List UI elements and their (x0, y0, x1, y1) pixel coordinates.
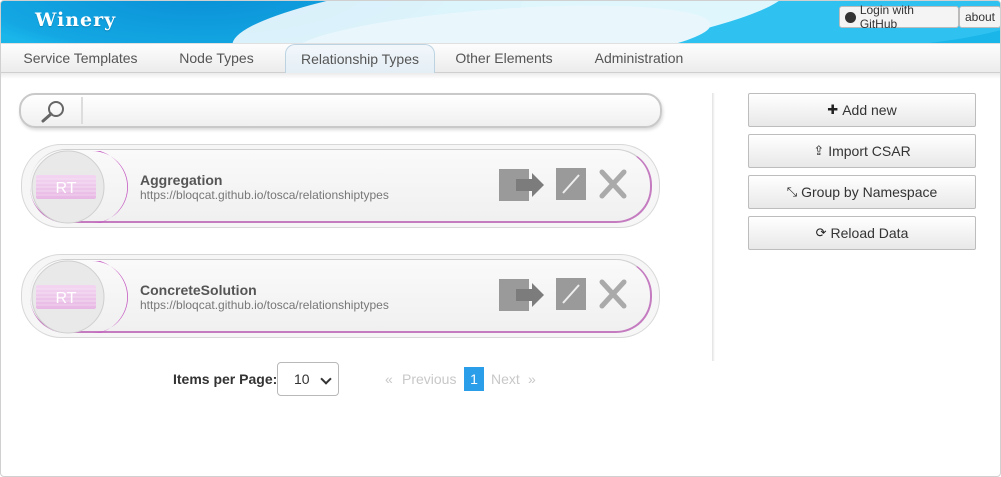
items-per-page-select[interactable]: 10 (277, 362, 339, 396)
items-per-page-label: Items per Page: (173, 371, 278, 387)
badge-label: RT (55, 290, 76, 307)
export-icon[interactable] (498, 166, 546, 204)
import-csar-button[interactable]: ⇪ Import CSAR (748, 134, 976, 168)
upload-icon: ⇪ (813, 143, 825, 158)
app-logo-title[interactable]: Winery (35, 9, 116, 31)
edit-icon[interactable] (555, 166, 587, 202)
tab-administration[interactable]: Administration (581, 44, 697, 73)
github-icon (845, 11, 856, 23)
tab-service-templates[interactable]: Service Templates (7, 44, 154, 73)
search-icon[interactable] (38, 99, 68, 123)
export-icon[interactable] (498, 276, 546, 314)
delete-icon[interactable] (598, 166, 628, 202)
group-by-namespace-button[interactable]: ⤡ Group by Namespace (748, 175, 976, 209)
reload-data-button[interactable]: ⟳ Reload Data (748, 216, 976, 250)
previous-arrow[interactable]: « (385, 367, 393, 391)
items-per-page-value: 10 (294, 371, 310, 387)
search-box[interactable] (19, 93, 662, 128)
chevron-down-icon (320, 373, 332, 385)
item-name[interactable]: ConcreteSolution (140, 282, 257, 298)
header-bar: Winery Login with GitHub about (1, 1, 1000, 43)
collapse-arrows-icon: ⤡ (786, 184, 798, 199)
main-nav: Service Templates Node Types Relationshi… (1, 43, 1000, 79)
login-github-button[interactable]: Login with GitHub (839, 3, 959, 31)
edit-icon[interactable] (555, 276, 587, 312)
add-new-button[interactable]: ✚ Add new (748, 93, 976, 127)
login-github-label: Login with GitHub (859, 3, 914, 31)
add-new-label: Add new (842, 102, 897, 118)
badge-label: RT (55, 180, 76, 197)
item-namespace: https://bloqcat.github.io/tosca/relation… (140, 298, 389, 312)
plus-icon: ✚ (827, 102, 839, 117)
item-name[interactable]: Aggregation (140, 172, 222, 188)
app-window: Winery Login with GitHub about Service T… (0, 0, 1001, 477)
tab-node-types[interactable]: Node Types (159, 44, 274, 73)
panel-divider (712, 93, 715, 361)
relationship-type-badge-icon: RT (31, 150, 128, 224)
reload-data-label: Reload Data (830, 225, 909, 241)
tab-other-elements[interactable]: Other Elements (441, 44, 567, 73)
item-namespace: https://bloqcat.github.io/tosca/relation… (140, 188, 389, 202)
list-item[interactable]: RT ConcreteSolution https://bloqcat.gith… (21, 254, 660, 338)
group-by-namespace-label: Group by Namespace (801, 184, 938, 200)
page-1-button[interactable]: 1 (464, 367, 484, 391)
next-button[interactable]: Next (491, 367, 520, 391)
relationship-type-badge-icon: RT (31, 260, 128, 334)
about-button[interactable]: about (959, 6, 1000, 28)
previous-button[interactable]: Previous (402, 367, 456, 391)
import-csar-label: Import CSAR (828, 143, 911, 159)
next-arrow[interactable]: » (528, 367, 536, 391)
delete-icon[interactable] (598, 276, 628, 312)
tab-relationship-types[interactable]: Relationship Types (285, 44, 435, 73)
list-item[interactable]: RT Aggregation https://bloqcat.github.io… (21, 144, 660, 228)
refresh-icon: ⟳ (815, 225, 827, 240)
